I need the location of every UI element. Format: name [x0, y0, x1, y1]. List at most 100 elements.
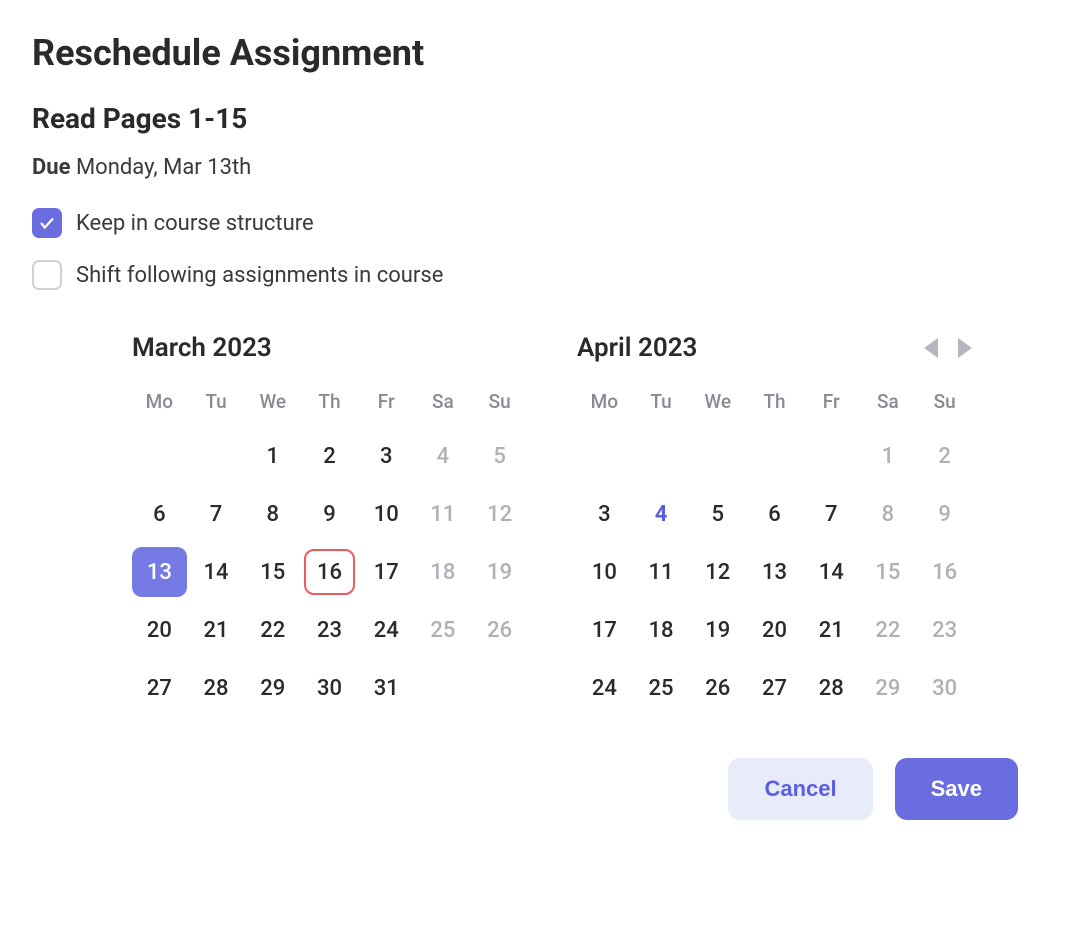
calendar-day[interactable]: 29 — [861, 663, 916, 713]
shift-following-label: Shift following assignments in course — [76, 263, 443, 288]
calendar-day[interactable]: 9 — [302, 489, 357, 539]
check-icon — [38, 214, 56, 232]
calendar-day[interactable]: 3 — [577, 489, 632, 539]
assignment-name: Read Pages 1-15 — [32, 102, 1048, 135]
calendar-day[interactable]: 30 — [917, 663, 972, 713]
calendar-day[interactable]: 1 — [245, 431, 300, 481]
weekday-label: We — [690, 390, 745, 413]
calendar-day[interactable]: 29 — [245, 663, 300, 713]
calendar-day[interactable]: 26 — [472, 605, 527, 655]
keep-in-structure-checkbox[interactable] — [32, 208, 62, 238]
weekday-row: MoTuWeThFrSaSu — [577, 390, 972, 413]
calendar-day[interactable]: 9 — [917, 489, 972, 539]
calendar-day-empty — [189, 431, 244, 481]
calendar-day[interactable]: 6 — [132, 489, 187, 539]
calendar-day[interactable]: 5 — [472, 431, 527, 481]
calendar-day-empty — [690, 431, 745, 481]
calendar-day[interactable]: 7 — [804, 489, 859, 539]
month-label: April 2023 — [577, 333, 697, 363]
calendar-day[interactable]: 18 — [634, 605, 689, 655]
calendar-day[interactable]: 2 — [302, 431, 357, 481]
calendar-day[interactable]: 3 — [359, 431, 414, 481]
calendar-day[interactable]: 27 — [747, 663, 802, 713]
calendar-day[interactable]: 21 — [804, 605, 859, 655]
calendar-day[interactable]: 21 — [189, 605, 244, 655]
calendar-day[interactable]: 14 — [804, 547, 859, 597]
calendar-nav — [924, 338, 972, 358]
weekday-label: Mo — [132, 390, 187, 413]
calendar-month: April 2023MoTuWeThFrSaSu1234567891011121… — [577, 330, 972, 713]
calendar-picker: March 2023MoTuWeThFrSaSu1234567891011121… — [32, 330, 1048, 713]
calendar-day[interactable]: 2 — [917, 431, 972, 481]
weekday-label: Tu — [634, 390, 689, 413]
shift-following-option: Shift following assignments in course — [32, 260, 1048, 290]
calendar-day[interactable]: 23 — [302, 605, 357, 655]
calendar-day[interactable]: 8 — [861, 489, 916, 539]
save-button[interactable]: Save — [895, 758, 1018, 820]
calendar-day[interactable]: 8 — [245, 489, 300, 539]
calendar-day[interactable]: 16 — [917, 547, 972, 597]
next-month-icon[interactable] — [958, 338, 972, 358]
due-label: Due — [32, 155, 71, 180]
calendar-day[interactable]: 4 — [416, 431, 471, 481]
calendar-day[interactable]: 6 — [747, 489, 802, 539]
calendar-day[interactable]: 4 — [634, 489, 689, 539]
calendar-day[interactable]: 19 — [472, 547, 527, 597]
shift-following-checkbox[interactable] — [32, 260, 62, 290]
calendar-day-empty — [132, 431, 187, 481]
calendar-day[interactable]: 26 — [690, 663, 745, 713]
calendar-day[interactable]: 16 — [302, 547, 357, 597]
calendar-header: March 2023 — [132, 330, 527, 366]
days-grid: 1234567891011121314151617181920212223242… — [132, 431, 527, 713]
calendar-day[interactable]: 15 — [245, 547, 300, 597]
calendar-day[interactable]: 10 — [359, 489, 414, 539]
calendar-day[interactable]: 11 — [416, 489, 471, 539]
calendar-day[interactable]: 15 — [861, 547, 916, 597]
page-title: Reschedule Assignment — [32, 32, 1048, 74]
calendar-day[interactable]: 27 — [132, 663, 187, 713]
calendar-day[interactable]: 7 — [189, 489, 244, 539]
keep-in-structure-option: Keep in course structure — [32, 208, 1048, 238]
calendar-header: April 2023 — [577, 330, 972, 366]
calendar-day[interactable]: 24 — [577, 663, 632, 713]
weekday-label: Sa — [861, 390, 916, 413]
calendar-day[interactable]: 28 — [189, 663, 244, 713]
calendar-day[interactable]: 28 — [804, 663, 859, 713]
calendar-day[interactable]: 22 — [245, 605, 300, 655]
calendar-day[interactable]: 30 — [302, 663, 357, 713]
calendar-day[interactable]: 25 — [634, 663, 689, 713]
calendar-day[interactable]: 17 — [359, 547, 414, 597]
weekday-label: We — [245, 390, 300, 413]
weekday-label: Tu — [189, 390, 244, 413]
calendar-day[interactable]: 13 — [747, 547, 802, 597]
weekday-label: Su — [472, 390, 527, 413]
weekday-label: Fr — [359, 390, 414, 413]
calendar-day[interactable]: 18 — [416, 547, 471, 597]
calendar-day-empty — [577, 431, 632, 481]
calendar-day[interactable]: 22 — [861, 605, 916, 655]
calendar-day[interactable]: 17 — [577, 605, 632, 655]
due-line: Due Monday, Mar 13th — [32, 155, 1048, 180]
calendar-day-empty — [416, 663, 471, 713]
calendar-day[interactable]: 13 — [132, 547, 187, 597]
cancel-button[interactable]: Cancel — [728, 758, 872, 820]
calendar-day[interactable]: 1 — [861, 431, 916, 481]
prev-month-icon[interactable] — [924, 338, 938, 358]
calendar-day[interactable]: 12 — [472, 489, 527, 539]
calendar-day[interactable]: 20 — [747, 605, 802, 655]
calendar-day-empty — [747, 431, 802, 481]
calendar-day[interactable]: 14 — [189, 547, 244, 597]
calendar-day[interactable]: 23 — [917, 605, 972, 655]
calendar-day[interactable]: 20 — [132, 605, 187, 655]
days-grid: 1234567891011121314151617181920212223242… — [577, 431, 972, 713]
calendar-day[interactable]: 19 — [690, 605, 745, 655]
calendar-day-empty — [472, 663, 527, 713]
calendar-day[interactable]: 11 — [634, 547, 689, 597]
weekday-label: Th — [747, 390, 802, 413]
calendar-day[interactable]: 12 — [690, 547, 745, 597]
calendar-day[interactable]: 5 — [690, 489, 745, 539]
calendar-day[interactable]: 25 — [416, 605, 471, 655]
calendar-day[interactable]: 31 — [359, 663, 414, 713]
calendar-day[interactable]: 24 — [359, 605, 414, 655]
calendar-day[interactable]: 10 — [577, 547, 632, 597]
